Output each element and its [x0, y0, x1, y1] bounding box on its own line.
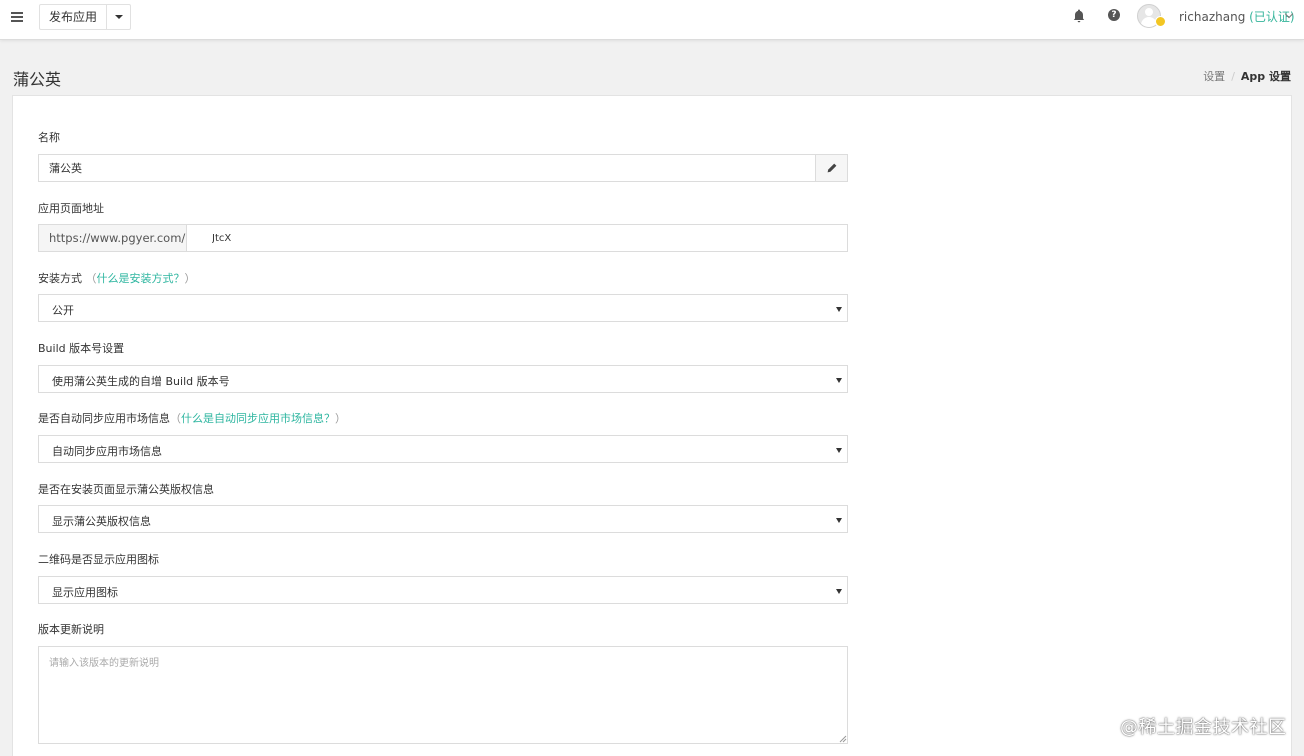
user-menu[interactable]: richazhang (已认证) — [1179, 8, 1295, 25]
select-arrow-icon — [836, 518, 842, 523]
build-version-select[interactable]: 使用蒲公英生成的自增 Build 版本号 — [38, 365, 848, 393]
install-method-select[interactable]: 公开 — [38, 294, 848, 322]
name-label: 名称 — [38, 131, 60, 144]
sync-market-label-text: 是否自动同步应用市场信息 — [38, 412, 170, 425]
install-method-help-link[interactable]: 什么是安装方式？ — [97, 272, 185, 285]
sync-market-value: 自动同步应用市场信息 — [52, 445, 162, 458]
sync-market-select[interactable]: 自动同步应用市场信息 — [38, 435, 848, 463]
help-icon[interactable]: ? — [1108, 9, 1120, 21]
publish-app-button[interactable]: 发布应用 — [40, 5, 108, 29]
url-label: 应用页面地址 — [38, 202, 104, 215]
url-prefix: https://www.pgyer.com/ — [39, 225, 187, 251]
resize-handle-icon[interactable] — [839, 735, 847, 743]
pencil-icon — [827, 163, 837, 173]
breadcrumb-settings-link[interactable]: 设置 — [1203, 70, 1225, 83]
edit-name-button[interactable] — [815, 155, 847, 181]
select-arrow-icon — [836, 589, 842, 594]
release-notes-label: 版本更新说明 — [38, 623, 104, 636]
bell-icon[interactable] — [1073, 9, 1085, 23]
select-arrow-icon — [836, 378, 842, 383]
breadcrumb-separator: / — [1231, 70, 1235, 83]
url-field: https://www.pgyer.com/ — [38, 224, 848, 252]
paren-open: （ — [85, 272, 97, 285]
build-version-label: Build 版本号设置 — [38, 342, 125, 355]
url-suffix-input[interactable] — [188, 225, 847, 251]
build-version-value: 使用蒲公英生成的自增 Build 版本号 — [52, 375, 230, 388]
name-field — [38, 154, 848, 182]
paren-close: ） — [184, 272, 196, 285]
select-arrow-icon — [836, 307, 842, 312]
copyright-value: 显示蒲公英版权信息 — [52, 515, 151, 528]
copyright-select[interactable]: 显示蒲公英版权信息 — [38, 505, 848, 533]
verified-badge-icon — [1155, 16, 1166, 27]
watermark: @稀土掘金技术社区 — [1120, 717, 1287, 738]
sync-market-help-link[interactable]: 什么是自动同步应用市场信息？ — [181, 412, 335, 425]
sync-market-label: 是否自动同步应用市场信息（什么是自动同步应用市场信息？） — [38, 410, 346, 426]
qr-icon-value: 显示应用图标 — [52, 586, 118, 599]
select-arrow-icon — [836, 448, 842, 453]
breadcrumb-current: App 设置 — [1240, 70, 1291, 83]
install-method-label: 安装方式 （什么是安装方式？） — [38, 270, 196, 286]
name-input[interactable] — [39, 155, 816, 181]
install-method-label-text: 安装方式 — [38, 272, 82, 285]
top-navbar: 发布应用 ? richazhang (已认证) — [0, 0, 1304, 40]
qr-icon-label: 二维码是否显示应用图标 — [38, 553, 159, 566]
release-notes-textarea[interactable] — [38, 646, 848, 744]
caret-down-icon[interactable] — [107, 5, 130, 29]
paren-open: （ — [170, 412, 181, 425]
username-text: richazhang — [1179, 10, 1246, 24]
menu-icon[interactable] — [11, 12, 23, 22]
publish-button-group: 发布应用 — [39, 4, 132, 30]
breadcrumb: 设置 / App 设置 — [1203, 68, 1291, 84]
paren-close: ） — [335, 412, 346, 425]
copyright-label: 是否在安装页面显示蒲公英版权信息 — [38, 483, 214, 496]
install-method-value: 公开 — [52, 304, 74, 317]
qr-icon-select[interactable]: 显示应用图标 — [38, 576, 848, 604]
page-title: 蒲公英 — [13, 70, 62, 89]
